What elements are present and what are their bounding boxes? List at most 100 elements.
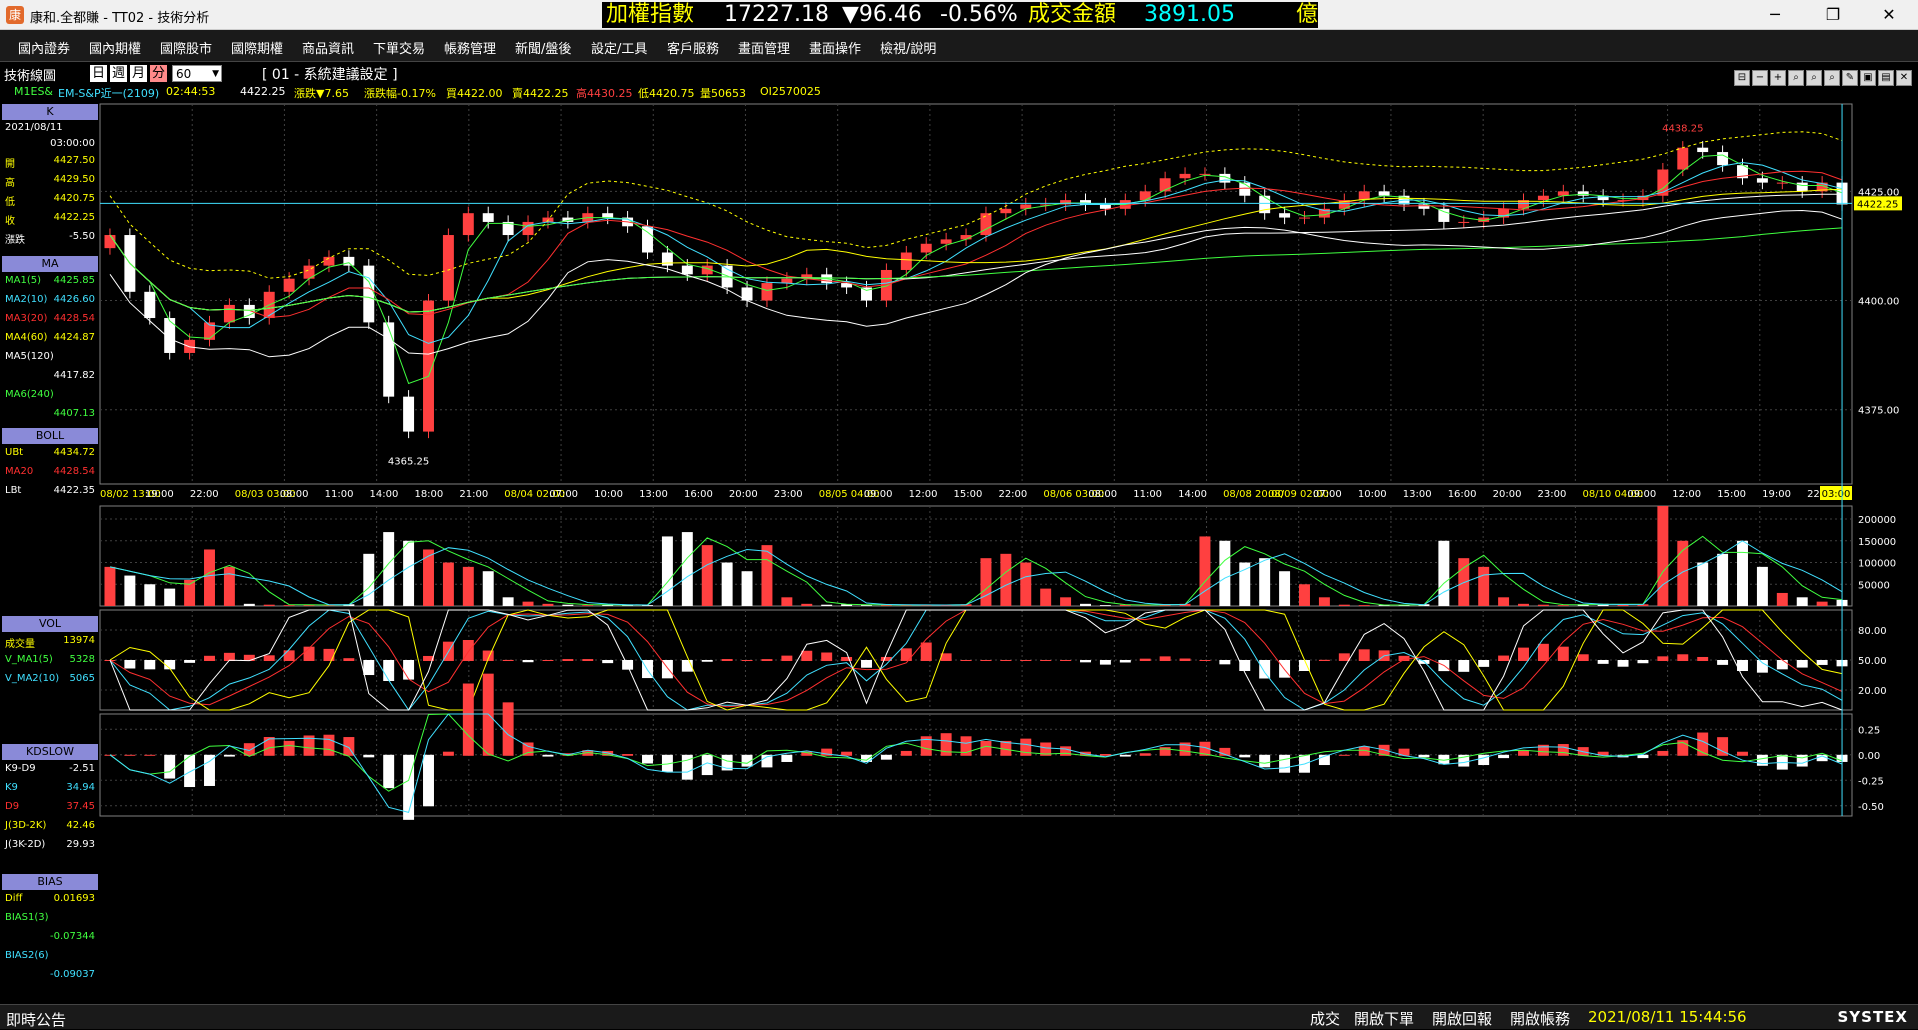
volume-bar bbox=[1199, 536, 1211, 606]
time-axis-label: 16:00 bbox=[1448, 489, 1477, 500]
quote-change-pct: 漲跌幅-0.17% bbox=[364, 87, 436, 100]
kd-diff-bar bbox=[1338, 653, 1350, 661]
interval-select[interactable]: 60 ▼ bbox=[172, 65, 222, 82]
bias-diff-bar bbox=[1637, 754, 1649, 759]
menu-settings-tools[interactable]: 設定/工具 bbox=[591, 38, 647, 57]
kd-diff-bar bbox=[1756, 660, 1768, 673]
kd-diff-bar bbox=[542, 660, 554, 661]
candle-body bbox=[1139, 191, 1151, 201]
time-axis-label: 20:00 bbox=[1493, 489, 1522, 500]
kd-diff-bar bbox=[1060, 660, 1072, 661]
volume-bar bbox=[562, 604, 574, 606]
open-account-button[interactable]: 開啟帳務 bbox=[1510, 1008, 1570, 1029]
quote-info-row: M1ES& EM-S&P近一(2109) 02:44:53 4422.25 漲跌… bbox=[0, 84, 1918, 100]
menu-screen-operations[interactable]: 畫面操作 bbox=[809, 38, 861, 57]
kd-diff-bar bbox=[801, 650, 813, 661]
volume-tick-label: 100000 bbox=[1858, 559, 1896, 570]
candle-body bbox=[144, 291, 156, 319]
time-axis-label: 09:00 bbox=[864, 489, 893, 500]
bias-diff-bar bbox=[841, 751, 853, 756]
volume-bar bbox=[1239, 562, 1251, 606]
kd-diff-bar bbox=[1577, 654, 1589, 661]
maximize-button[interactable]: ❐ bbox=[1804, 0, 1862, 30]
window-title: 康和.全都賺 - TT02 - 技術分析 bbox=[30, 11, 210, 26]
period-month-button[interactable]: 月 bbox=[130, 65, 148, 82]
kd-diff-bar bbox=[1259, 660, 1271, 679]
app-logo-icon: 康 bbox=[6, 6, 24, 24]
volume-bar bbox=[1318, 597, 1330, 606]
announcement-button[interactable]: 即時公告 bbox=[6, 1009, 66, 1030]
volume-bar bbox=[1259, 558, 1271, 606]
kd-diff-bar bbox=[1358, 649, 1370, 661]
trade-status-button[interactable]: 成交 bbox=[1310, 1008, 1340, 1029]
menu-news[interactable]: 新聞/盤後 bbox=[515, 38, 571, 57]
bias2-line bbox=[109, 713, 1843, 814]
bias-diff-bar bbox=[204, 754, 215, 786]
kd-diff-bar bbox=[582, 659, 594, 661]
period-day-button[interactable]: 日 bbox=[90, 65, 108, 82]
bias-tick-label: 0.25 bbox=[1858, 725, 1880, 736]
candle-body bbox=[1099, 204, 1111, 209]
time-axis-label: 23:00 bbox=[774, 489, 803, 500]
kd-diff-bar bbox=[263, 655, 275, 661]
kd-diff-bar bbox=[124, 660, 136, 669]
status-bar: 即時公告 成交 開啟下單 開啟回報 開啟帳務 2021/08/11 15:44:… bbox=[0, 1004, 1918, 1029]
bias-diff-bar bbox=[223, 754, 235, 757]
kd-diff-bar bbox=[1557, 646, 1569, 661]
menu-domestic-securities[interactable]: 國內證券 bbox=[18, 38, 70, 57]
menu-customer-service[interactable]: 客戶服務 bbox=[667, 38, 719, 57]
menu-order-trading[interactable]: 下單交易 bbox=[373, 38, 425, 57]
bias-diff-bar bbox=[1239, 754, 1251, 758]
candle-body bbox=[343, 256, 355, 266]
menu-product-info[interactable]: 商品資訊 bbox=[302, 38, 354, 57]
index-value: 17227.18 bbox=[724, 2, 829, 27]
candle-body bbox=[442, 235, 454, 301]
chart-tool-icons: ⊟ − + ⌕ ⌕ ⌕ ✎ ▣ ▤ ✕ bbox=[1732, 65, 1912, 86]
close-button[interactable]: ✕ bbox=[1860, 0, 1918, 30]
menu-screen-management[interactable]: 畫面管理 bbox=[738, 38, 790, 57]
menu-account-management[interactable]: 帳務管理 bbox=[444, 38, 496, 57]
bias-diff-bar bbox=[283, 740, 295, 756]
kd-diff-bar bbox=[1239, 660, 1251, 671]
kd-diff-bar bbox=[1776, 660, 1788, 670]
open-order-button[interactable]: 開啟下單 bbox=[1354, 1008, 1414, 1029]
menu-international-futures[interactable]: 國際期權 bbox=[231, 38, 283, 57]
candle-body bbox=[283, 278, 295, 292]
kd-diff-bar bbox=[1458, 660, 1470, 672]
menu-domestic-futures[interactable]: 國內期權 bbox=[89, 38, 141, 57]
chart-label: 技術線圖 bbox=[4, 69, 57, 84]
setting-title[interactable]: [ 01 - 系統建議設定 ] bbox=[262, 64, 398, 84]
time-axis-label: 14:00 bbox=[1178, 489, 1207, 500]
vol-panel-frame bbox=[99, 505, 1853, 607]
time-axis-label: 10:00 bbox=[1358, 489, 1387, 500]
bias-diff-bar bbox=[363, 754, 375, 758]
volume-bar bbox=[1737, 540, 1748, 606]
quote-high: 高4430.25 bbox=[576, 87, 633, 100]
volume-bar bbox=[1040, 588, 1052, 606]
open-report-button[interactable]: 開啟回報 bbox=[1432, 1008, 1492, 1029]
candle-body bbox=[980, 213, 992, 236]
candle-body bbox=[403, 396, 415, 432]
kd-diff-bar bbox=[343, 658, 355, 661]
volume-bar bbox=[1020, 562, 1032, 606]
kd-diff-bar bbox=[1657, 656, 1669, 661]
time-axis-label: 11:00 bbox=[1133, 489, 1162, 500]
quote-symbol: M1ES& bbox=[14, 85, 53, 98]
bias-diff-bar bbox=[900, 750, 912, 756]
kd-diff-bar bbox=[363, 660, 375, 676]
menu-international-stocks[interactable]: 國際股市 bbox=[160, 38, 212, 57]
bias-diff-bar bbox=[1518, 750, 1529, 756]
volume-bar bbox=[164, 588, 176, 606]
time-axis-label: 22:00 bbox=[998, 489, 1027, 500]
menu-view-help[interactable]: 檢視/說明 bbox=[880, 38, 936, 57]
candle-body bbox=[900, 252, 912, 270]
period-minute-button[interactable]: 分 bbox=[150, 65, 168, 82]
bias-diff-bar bbox=[1756, 754, 1768, 766]
bias-diff-bar bbox=[1279, 754, 1291, 773]
kd-diff-bar bbox=[1816, 660, 1828, 665]
kd-tick-label: 80.00 bbox=[1858, 626, 1887, 637]
volume-bar bbox=[403, 540, 415, 606]
period-week-button[interactable]: 週 bbox=[110, 65, 128, 82]
minimize-button[interactable]: ─ bbox=[1746, 0, 1804, 30]
technical-chart[interactable]: 4425.004400.004375.004422.254438.254365.… bbox=[0, 100, 1918, 1000]
